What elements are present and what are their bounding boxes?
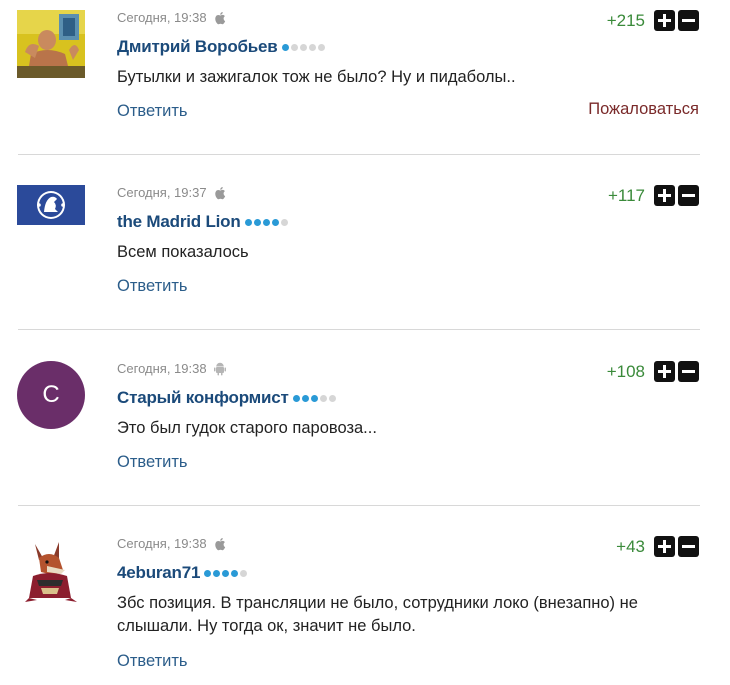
rating-dot <box>244 218 252 226</box>
rating-dot <box>281 43 289 51</box>
comment-score: +117 <box>607 185 645 205</box>
comment-score: +43 <box>616 536 645 556</box>
chelsea-crest-avatar <box>17 185 85 225</box>
rating-dot <box>222 569 230 577</box>
reply-link[interactable]: Ответить <box>117 652 188 671</box>
vote-controls: +117 <box>608 185 699 206</box>
reply-link[interactable]: Ответить <box>117 102 188 121</box>
minus-icon <box>682 545 695 548</box>
avatar-letter: С <box>42 381 60 408</box>
rating-dot <box>262 218 270 226</box>
rating-dot <box>271 218 279 226</box>
divider <box>18 505 700 506</box>
rating-dot <box>299 43 307 51</box>
apple-icon <box>214 186 225 199</box>
user-rating <box>204 569 249 577</box>
comment-item: С Сегодня, 19:38 +108 Старый конформист … <box>0 361 730 501</box>
apple-icon <box>214 537 225 550</box>
comment-meta: Сегодня, 19:38 <box>117 536 226 551</box>
author-row: 4eburan71 <box>117 563 249 583</box>
rating-dot <box>317 43 325 51</box>
comment-text: Это был гудок старого паровоза... <box>117 419 377 437</box>
rating-dot <box>310 394 318 402</box>
comment-time: Сегодня, 19:38 <box>117 536 207 551</box>
rating-dot <box>240 569 248 577</box>
plus-icon <box>658 189 671 202</box>
user-photo-avatar <box>17 10 85 78</box>
comment-time: Сегодня, 19:37 <box>117 185 207 200</box>
minus-icon <box>682 19 695 22</box>
upvote-button[interactable] <box>654 10 675 31</box>
downvote-button[interactable] <box>678 185 699 206</box>
author-row: Дмитрий Воробьев <box>117 37 327 57</box>
rating-dot <box>213 569 221 577</box>
comment-text: Всем показалось <box>117 243 249 261</box>
rating-dot <box>231 569 239 577</box>
downvote-button[interactable] <box>678 536 699 557</box>
downvote-button[interactable] <box>678 10 699 31</box>
coyote-mascot-avatar <box>17 536 85 604</box>
rating-dot <box>204 569 212 577</box>
upvote-button[interactable] <box>654 185 675 206</box>
comment-score: +215 <box>606 10 645 30</box>
upvote-button[interactable] <box>654 536 675 557</box>
author-name[interactable]: the Madrid Lion <box>117 212 241 232</box>
comment-meta: Сегодня, 19:38 <box>117 10 226 25</box>
comment-item: Сегодня, 19:38 +215 Дмитрий Воробьев Бут… <box>0 10 730 150</box>
comment-item: Сегодня, 19:37 +117 the Madrid Lion Всем… <box>0 185 730 325</box>
plus-icon <box>658 14 671 27</box>
comment-item: Сегодня, 19:38 +43 4eburan71 Збс позиция… <box>0 536 730 685</box>
reply-link[interactable]: Ответить <box>117 277 188 296</box>
avatar[interactable] <box>17 10 85 78</box>
divider <box>18 154 700 155</box>
user-rating <box>244 218 290 226</box>
apple-icon <box>214 11 225 24</box>
report-link[interactable]: Пожаловаться <box>588 100 699 119</box>
author-name[interactable]: Дмитрий Воробьев <box>117 37 278 57</box>
rating-dot <box>301 394 309 402</box>
comment-time: Сегодня, 19:38 <box>117 10 207 25</box>
plus-icon <box>658 540 671 553</box>
rating-dot <box>292 394 300 402</box>
author-row: the Madrid Lion <box>117 212 290 232</box>
rating-dot <box>290 43 298 51</box>
author-name[interactable]: Старый конформист <box>117 388 289 408</box>
avatar[interactable]: С <box>17 361 85 429</box>
avatar[interactable] <box>17 185 85 225</box>
android-icon <box>213 362 226 375</box>
plus-icon <box>658 365 671 378</box>
comments-feed: Сегодня, 19:38 +215 Дмитрий Воробьев Бут… <box>0 0 730 685</box>
minus-icon <box>682 370 695 373</box>
rating-dot <box>308 43 316 51</box>
minus-icon <box>682 194 695 197</box>
comment-text: Бутылки и зажигалок тож не было? Ну и пи… <box>117 68 516 86</box>
upvote-button[interactable] <box>654 361 675 382</box>
vote-controls: +215 <box>607 10 699 31</box>
avatar[interactable] <box>17 536 85 604</box>
rating-dot <box>328 394 336 402</box>
vote-controls: +43 <box>616 536 699 557</box>
comment-meta: Сегодня, 19:38 <box>117 361 226 376</box>
author-name[interactable]: 4eburan71 <box>117 563 200 583</box>
rating-dot <box>319 394 327 402</box>
author-row: Старый конформист <box>117 388 338 408</box>
user-rating <box>281 43 327 51</box>
rating-dot <box>280 218 288 226</box>
user-rating <box>292 394 338 402</box>
comment-score: +108 <box>606 361 645 381</box>
vote-controls: +108 <box>607 361 699 382</box>
comment-meta: Сегодня, 19:37 <box>117 185 226 200</box>
downvote-button[interactable] <box>678 361 699 382</box>
comment-time: Сегодня, 19:38 <box>117 361 207 376</box>
reply-link[interactable]: Ответить <box>117 453 188 472</box>
rating-dot <box>253 218 261 226</box>
comment-text: Збс позиция. В трансляции не было, сотру… <box>117 594 638 635</box>
divider <box>18 329 700 330</box>
